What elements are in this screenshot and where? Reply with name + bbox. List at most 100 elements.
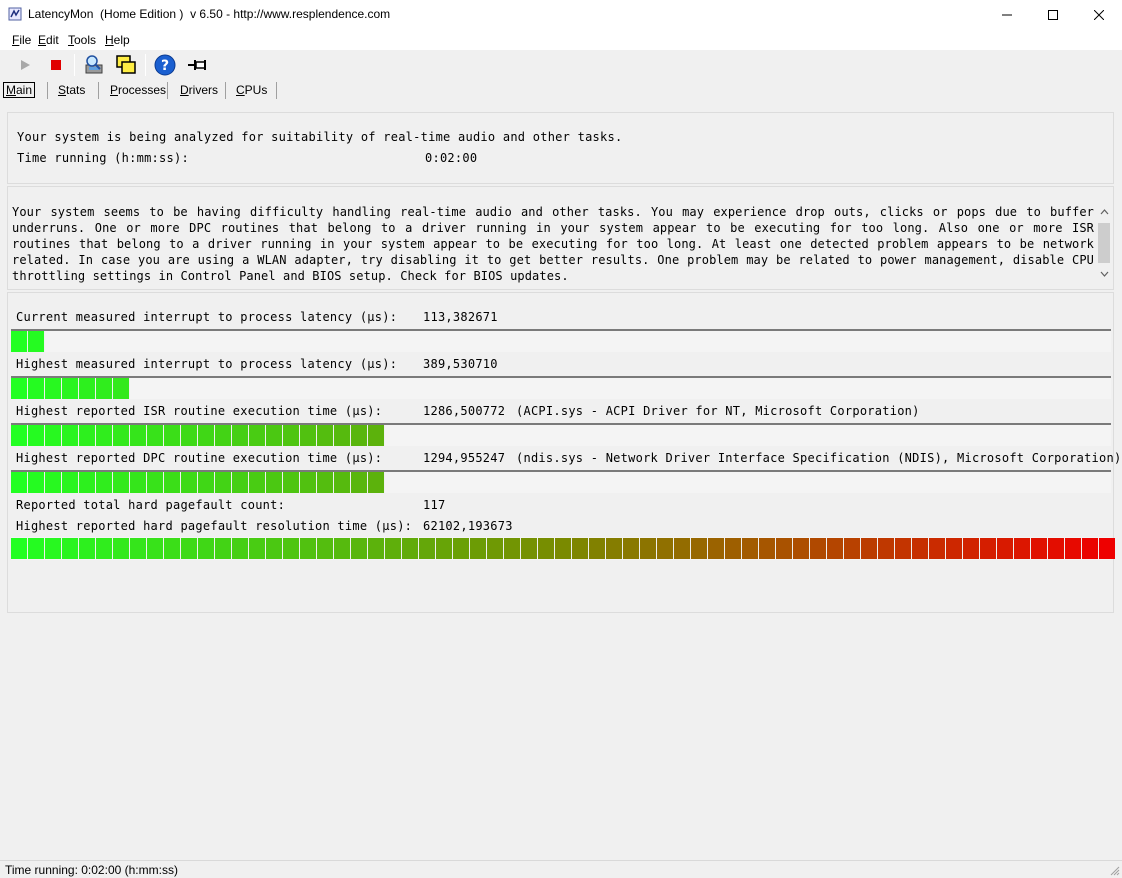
scroll-down-button[interactable] [1097, 267, 1111, 281]
bar-segment [266, 538, 283, 559]
bar-segment [963, 538, 980, 559]
status-bar: Time running: 0:02:00 (h:mm:ss) [0, 860, 1122, 878]
tab-cpus[interactable]: CPUs [236, 83, 267, 97]
menu-file[interactable]: File [12, 33, 31, 47]
bar-segment [215, 538, 232, 559]
bar-segment [810, 538, 827, 559]
bar-segment [555, 538, 572, 559]
help-button[interactable]: ? [153, 53, 177, 77]
bar-segment [742, 538, 759, 559]
bar-segment [283, 425, 300, 446]
bar-segment [368, 425, 385, 446]
bar-segment [368, 538, 385, 559]
bar-segment [351, 472, 368, 493]
tab-drivers[interactable]: Drivers [180, 83, 218, 97]
bar-segment [147, 425, 164, 446]
current-latency-bar-fill [11, 331, 45, 352]
highest-latency-bar [11, 376, 1111, 399]
toolbar-separator [145, 54, 146, 76]
bar-segment [827, 538, 844, 559]
menu-edit[interactable]: Edit [38, 33, 59, 47]
bar-segment [45, 472, 62, 493]
windows-button[interactable] [114, 53, 138, 77]
bar-segment [419, 538, 436, 559]
pin-icon [188, 60, 206, 70]
bar-segment [249, 425, 266, 446]
minimize-icon [1002, 14, 1012, 16]
scroll-thumb[interactable] [1098, 223, 1110, 263]
advice-scrollbar[interactable] [1097, 205, 1111, 289]
bar-segment [266, 425, 283, 446]
bar-segment [691, 538, 708, 559]
metrics-panel: Current measured interrupt to process la… [7, 292, 1121, 613]
bar-segment [368, 472, 385, 493]
bar-segment [725, 538, 742, 559]
bar-segment [164, 472, 181, 493]
highest-latency-label: Highest measured interrupt to process la… [16, 357, 398, 371]
bar-segment [181, 425, 198, 446]
dpc-time-label: Highest reported DPC routine execution t… [16, 451, 383, 465]
scroll-up-button[interactable] [1097, 205, 1111, 219]
bar-segment [232, 538, 249, 559]
bar-segment [1014, 538, 1031, 559]
toolbar: ? [0, 50, 1122, 80]
play-button[interactable] [13, 53, 37, 77]
bar-segment [232, 425, 249, 446]
bar-segment [538, 538, 555, 559]
bar-segment [657, 538, 674, 559]
pin-button[interactable] [185, 53, 209, 77]
bar-segment [164, 425, 181, 446]
bar-segment [623, 538, 640, 559]
dpc-time-value: 1294,955247 [423, 451, 506, 465]
bar-segment [1065, 538, 1082, 559]
highest-latency-value: 389,530710 [423, 357, 498, 371]
current-latency-label: Current measured interrupt to process la… [16, 310, 398, 324]
bar-segment [215, 425, 232, 446]
status-text: Time running: 0:02:00 (h:mm:ss) [5, 863, 178, 877]
bar-segment [912, 538, 929, 559]
bar-segment [113, 472, 130, 493]
bar-segment [28, 425, 45, 446]
bar-segment [96, 472, 113, 493]
bar-segment [1082, 538, 1099, 559]
bar-segment [79, 538, 96, 559]
advice-text: Your system seems to be having difficult… [12, 205, 1094, 283]
bar-segment [929, 538, 946, 559]
bar-segment [215, 472, 232, 493]
bar-segment [198, 425, 215, 446]
bar-segment [589, 538, 606, 559]
bar-segment [436, 538, 453, 559]
bar-segment [759, 538, 776, 559]
chevron-down-icon [1100, 271, 1108, 277]
bar-segment [334, 425, 351, 446]
cpu-scan-button[interactable] [82, 53, 106, 77]
bar-segment [249, 538, 266, 559]
bar-segment [793, 538, 810, 559]
minimize-button[interactable] [984, 0, 1030, 30]
tab-processes[interactable]: Processes [110, 83, 166, 97]
bar-segment [878, 538, 895, 559]
bar-segment [79, 425, 96, 446]
bar-segment [317, 472, 334, 493]
bar-segment [96, 538, 113, 559]
bar-segment [181, 472, 198, 493]
bar-segment [62, 538, 79, 559]
tab-main[interactable]: Main [3, 82, 36, 98]
stop-button[interactable] [44, 53, 68, 77]
bar-segment [640, 538, 657, 559]
bar-segment [351, 538, 368, 559]
bar-segment [1031, 538, 1048, 559]
bar-segment [317, 425, 334, 446]
time-running-label: Time running (h:mm:ss): [17, 151, 189, 165]
pagefault-time-label: Highest reported hard pagefault resoluti… [16, 519, 413, 533]
menu-tools[interactable]: Tools [68, 33, 96, 47]
close-button[interactable] [1076, 0, 1122, 30]
maximize-button[interactable] [1030, 0, 1076, 30]
resize-grip-icon[interactable] [1109, 865, 1120, 876]
tab-stats[interactable]: Stats [58, 83, 85, 97]
menu-help[interactable]: Help [105, 33, 130, 47]
bar-segment [572, 538, 589, 559]
bar-segment [997, 538, 1014, 559]
current-latency-value: 113,382671 [423, 310, 498, 324]
bar-segment [453, 538, 470, 559]
